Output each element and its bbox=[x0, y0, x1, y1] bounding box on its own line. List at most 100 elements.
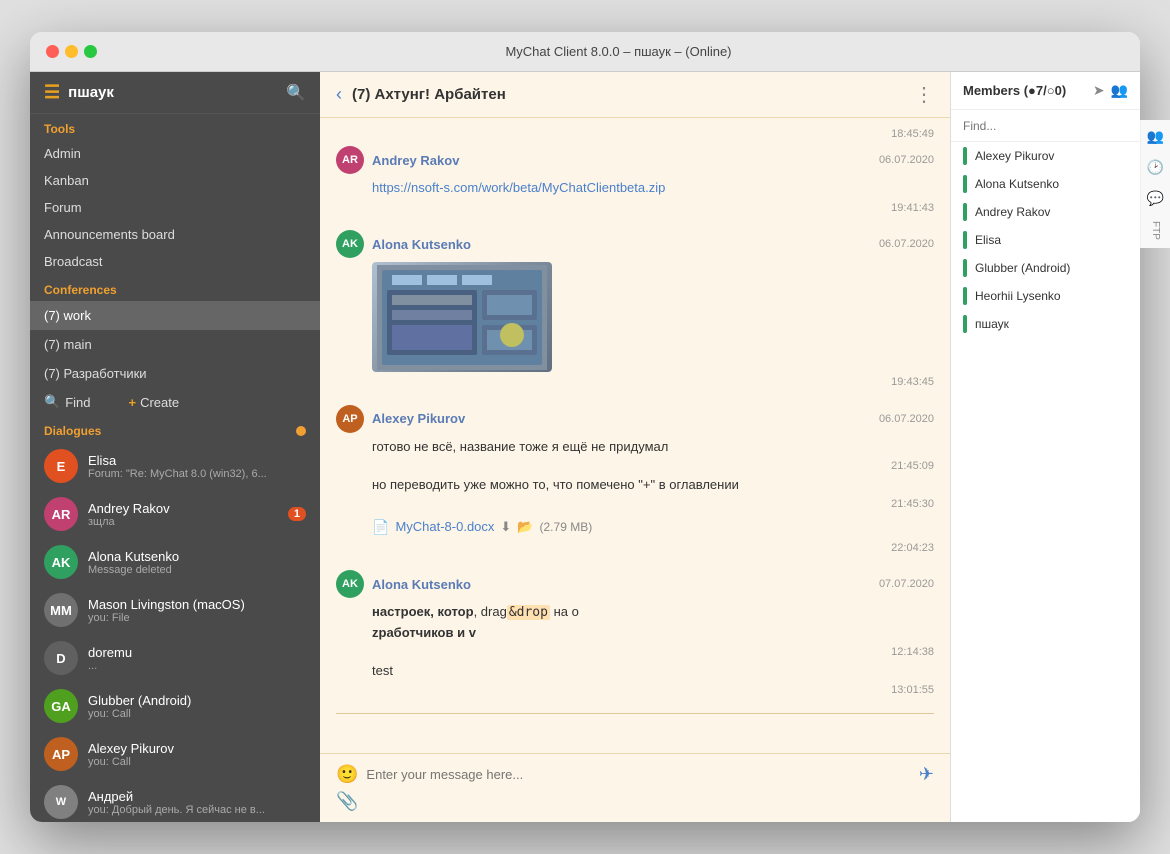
message-time: 19:43:45 bbox=[408, 374, 934, 391]
sidebar-logo: ☰ пшаук bbox=[44, 82, 114, 103]
code-text: &drop bbox=[507, 605, 550, 620]
input-row: 🙂 ✈ bbox=[336, 764, 934, 785]
conferences-section-label: Conferences bbox=[30, 275, 320, 301]
message-group: AR Andrey Rakov 06.07.2020 https://nsoft… bbox=[336, 146, 934, 216]
message-date: 06.07.2020 bbox=[879, 413, 934, 425]
window-title: MyChat Client 8.0.0 – пшаук – (Online) bbox=[113, 44, 1124, 59]
member-item-alona[interactable]: Alona Kutsenko bbox=[951, 170, 1140, 198]
dialogue-name: Andrey Rakov bbox=[88, 501, 278, 516]
message-time: 12:14:38 bbox=[408, 644, 934, 661]
conference-item-main[interactable]: (7) main bbox=[30, 330, 320, 359]
find-create-bar: 🔍 Find + Create bbox=[30, 388, 320, 416]
message-body: готово не всё, название тоже я ещё не пр… bbox=[372, 437, 934, 557]
dialogue-info: Andrey Rakov зщла bbox=[88, 501, 278, 528]
member-item-elisa[interactable]: Elisa bbox=[951, 226, 1140, 254]
chat-area: ‹ (7) Ахтунг! Арбайтен ⋮ 18:45:49 AR And… bbox=[320, 72, 950, 822]
main-content: ☰ пшаук 🔍 Tools Admin Kanban Forum Annou… bbox=[30, 72, 1140, 822]
dialogue-name: Glubber (Android) bbox=[88, 693, 306, 708]
file-icon: 📄 bbox=[372, 517, 389, 538]
message-group: AK Alona Kutsenko 06.07.2020 bbox=[336, 230, 934, 391]
message-time: 13:01:55 bbox=[408, 682, 934, 699]
emoji-button[interactable]: 🙂 bbox=[336, 764, 358, 785]
create-button[interactable]: + Create bbox=[128, 395, 179, 410]
message-sender: AK Alona Kutsenko 06.07.2020 bbox=[336, 230, 934, 258]
unread-badge: 1 bbox=[288, 507, 306, 521]
send-button[interactable]: ✈ bbox=[919, 764, 934, 785]
avatar: AP bbox=[44, 737, 78, 771]
chat-title: (7) Ахтунг! Арбайтен bbox=[352, 86, 506, 103]
dialogue-item-elisa[interactable]: E Elisa Forum: "Re: MyChat 8.0 (win32), … bbox=[30, 442, 320, 490]
back-button[interactable]: ‹ bbox=[336, 84, 342, 105]
attach-button[interactable]: 📎 bbox=[336, 791, 358, 811]
member-status-bar bbox=[963, 175, 967, 193]
chat-menu-button[interactable]: ⋮ bbox=[914, 82, 934, 107]
export-icon[interactable]: ➤ bbox=[1093, 82, 1105, 99]
dialogue-item-alexey[interactable]: AP Alexey Pikurov you: Call bbox=[30, 730, 320, 778]
member-status-bar bbox=[963, 287, 967, 305]
avatar: D bbox=[44, 641, 78, 675]
member-item-andrey-rakov[interactable]: Andrey Rakov bbox=[951, 198, 1140, 226]
message-image[interactable] bbox=[372, 262, 552, 372]
attach-row: 📎 bbox=[336, 791, 934, 812]
sidebar-item-announcements[interactable]: Announcements board bbox=[30, 221, 320, 248]
member-item-alexey[interactable]: Alexey Pikurov bbox=[951, 142, 1140, 170]
dialogue-item-glubber[interactable]: GA Glubber (Android) you: Call bbox=[30, 682, 320, 730]
dialogue-item-mason[interactable]: MM Mason Livingston (macOS) you: File bbox=[30, 586, 320, 634]
message-text-line: test bbox=[372, 661, 934, 681]
message-link[interactable]: https://nsoft-s.com/work/beta/MyChatClie… bbox=[372, 180, 665, 195]
message-sender: AK Alona Kutsenko 07.07.2020 bbox=[336, 570, 934, 598]
chat-header-left: ‹ (7) Ахтунг! Арбайтен bbox=[336, 84, 506, 105]
member-name: Elisa bbox=[975, 233, 1001, 247]
sidebar-item-kanban[interactable]: Kanban bbox=[30, 167, 320, 194]
file-name-link[interactable]: MyChat-8-0.docx bbox=[395, 517, 494, 537]
avatar: MM bbox=[44, 593, 78, 627]
message-text-line: готово не всё, название тоже я ещё не пр… bbox=[372, 437, 934, 457]
folder-icon[interactable]: 📂 bbox=[517, 517, 533, 537]
conference-item-razrab[interactable]: (7) Разработчики bbox=[30, 359, 320, 388]
file-attachment: 📄 MyChat-8-0.docx ⬇ 📂 (2.79 MB) bbox=[372, 517, 934, 538]
normal-text: , drag bbox=[474, 604, 507, 619]
titlebar: MyChat Client 8.0.0 – пшаук – (Online) bbox=[30, 32, 1140, 72]
member-status-bar bbox=[963, 315, 967, 333]
members-header: Members (●7/○0) ➤ 👥 bbox=[951, 72, 1140, 110]
dialogue-item-doremu[interactable]: D doremu ... bbox=[30, 634, 320, 682]
members-search-input[interactable] bbox=[963, 119, 1128, 133]
avatar: GA bbox=[44, 689, 78, 723]
message-time: 22:04:23 bbox=[408, 540, 934, 557]
dialogue-info: Alona Kutsenko Message deleted bbox=[88, 549, 306, 576]
conference-item-work[interactable]: (7) work bbox=[30, 301, 320, 330]
dialogue-preview: you: Добрый день. Я сейчас не в... bbox=[88, 804, 306, 816]
sidebar-header: ☰ пшаук 🔍 bbox=[30, 72, 320, 114]
dialogue-item-alona[interactable]: AK Alona Kutsenko Message deleted bbox=[30, 538, 320, 586]
member-item-heorhii[interactable]: Heorhii Lysenko bbox=[951, 282, 1140, 310]
image-placeholder bbox=[372, 262, 552, 372]
minimize-button[interactable] bbox=[65, 45, 78, 58]
find-button[interactable]: 🔍 Find bbox=[44, 394, 90, 410]
sidebar-search-icon[interactable]: 🔍 bbox=[286, 83, 306, 103]
hamburger-icon[interactable]: ☰ bbox=[44, 82, 60, 103]
download-icon[interactable]: ⬇ bbox=[500, 517, 511, 537]
member-item-pshauk[interactable]: пшаук bbox=[951, 310, 1140, 338]
members-search-area bbox=[951, 110, 1140, 142]
message-input[interactable] bbox=[366, 767, 910, 782]
member-name: Alexey Pikurov bbox=[975, 149, 1054, 163]
dialogue-item-andrey2[interactable]: W Андрей you: Добрый день. Я сейчас не в… bbox=[30, 778, 320, 822]
member-status-bar bbox=[963, 147, 967, 165]
message-text-line: но переводить уже можно то, что помечено… bbox=[372, 475, 934, 495]
sidebar: ☰ пшаук 🔍 Tools Admin Kanban Forum Annou… bbox=[30, 72, 320, 822]
sidebar-item-broadcast[interactable]: Broadcast bbox=[30, 248, 320, 275]
dialogue-preview: you: Call bbox=[88, 756, 306, 768]
message-date: 07.07.2020 bbox=[879, 578, 934, 590]
sidebar-item-forum[interactable]: Forum bbox=[30, 194, 320, 221]
top-timestamp: 18:45:49 bbox=[336, 128, 934, 140]
users-icon[interactable]: 👥 bbox=[1111, 82, 1128, 99]
tools-section-label: Tools bbox=[30, 114, 320, 140]
find-icon: 🔍 bbox=[44, 394, 60, 410]
close-button[interactable] bbox=[46, 45, 59, 58]
dialogue-item-andrey-rakov[interactable]: AR Andrey Rakov зщла 1 bbox=[30, 490, 320, 538]
member-item-glubber[interactable]: Glubber (Android) bbox=[951, 254, 1140, 282]
sidebar-item-admin[interactable]: Admin bbox=[30, 140, 320, 167]
dialogue-info: Glubber (Android) you: Call bbox=[88, 693, 306, 720]
maximize-button[interactable] bbox=[84, 45, 97, 58]
dialogue-info: doremu ... bbox=[88, 645, 306, 672]
